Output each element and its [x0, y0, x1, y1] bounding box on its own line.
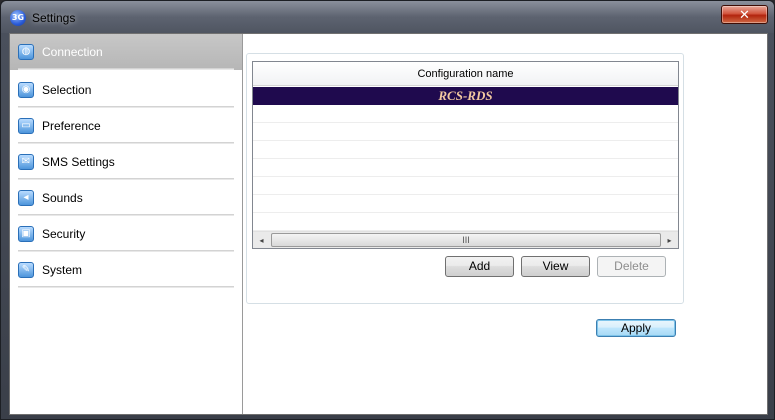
speaker-icon: ◂ — [18, 190, 34, 206]
scroll-left-arrow-icon[interactable]: ◂ — [253, 232, 270, 249]
sidebar: ◍ Connection ◉ Selection ▭ Preference ✉ … — [10, 34, 243, 414]
sidebar-item-label: Connection — [42, 45, 103, 59]
selection-icon: ◉ — [18, 82, 34, 98]
sidebar-item-system[interactable]: ✎ System — [10, 252, 242, 288]
empty-row — [253, 159, 678, 177]
add-button[interactable]: Add — [445, 256, 514, 277]
sidebar-separator — [18, 286, 234, 288]
sidebar-item-label: Preference — [42, 119, 101, 133]
sidebar-item-label: System — [42, 263, 83, 277]
sidebar-item-label: Sounds — [42, 191, 83, 205]
view-button[interactable]: View — [521, 256, 590, 277]
app-logo-icon: 3G — [10, 10, 26, 26]
settings-window: 3G Settings ✕ ◍ Connection ◉ Selection ▭… — [0, 0, 775, 420]
close-button[interactable]: ✕ — [721, 5, 768, 24]
sidebar-item-selection[interactable]: ◉ Selection — [10, 72, 242, 108]
delete-button[interactable]: Delete — [597, 256, 666, 277]
globe-icon: ◍ — [18, 44, 34, 60]
sidebar-item-label: Selection — [42, 83, 92, 97]
column-header-configuration-name[interactable]: Configuration name — [253, 62, 678, 86]
apply-button[interactable]: Apply — [596, 319, 676, 337]
sidebar-item-connection[interactable]: ◍ Connection — [10, 34, 242, 70]
wrench-icon: ✎ — [18, 262, 34, 278]
sidebar-item-sms-settings[interactable]: ✉ SMS Settings — [10, 144, 242, 180]
empty-row — [253, 123, 678, 141]
empty-row — [253, 195, 678, 213]
scroll-right-arrow-icon[interactable]: ▸ — [661, 232, 678, 249]
window-title: Settings — [32, 11, 76, 25]
sidebar-item-label: Security — [42, 227, 86, 241]
sidebar-item-sounds[interactable]: ◂ Sounds — [10, 180, 242, 216]
table-row[interactable]: RCS-RDS — [253, 87, 678, 105]
sidebar-item-label: SMS Settings — [42, 155, 115, 169]
empty-row — [253, 177, 678, 195]
lock-icon: ▣ — [18, 226, 34, 242]
configuration-list[interactable]: Configuration name RCS-RDS ◂ III ▸ — [252, 61, 679, 249]
window-client-area: ◍ Connection ◉ Selection ▭ Preference ✉ … — [9, 33, 768, 415]
title-bar[interactable]: 3G Settings ✕ — [1, 1, 774, 33]
monitor-icon: ▭ — [18, 118, 34, 134]
scroll-thumb[interactable]: III — [271, 233, 661, 247]
envelope-icon: ✉ — [18, 154, 34, 170]
horizontal-scrollbar[interactable]: ◂ III ▸ — [253, 231, 678, 248]
empty-row — [253, 105, 678, 123]
empty-row — [253, 213, 678, 231]
sidebar-separator — [18, 68, 234, 70]
sidebar-item-preference[interactable]: ▭ Preference — [10, 108, 242, 144]
sidebar-item-security[interactable]: ▣ Security — [10, 216, 242, 252]
empty-row — [253, 141, 678, 159]
connection-panel: Configuration name RCS-RDS ◂ III ▸ Add V… — [246, 53, 684, 304]
